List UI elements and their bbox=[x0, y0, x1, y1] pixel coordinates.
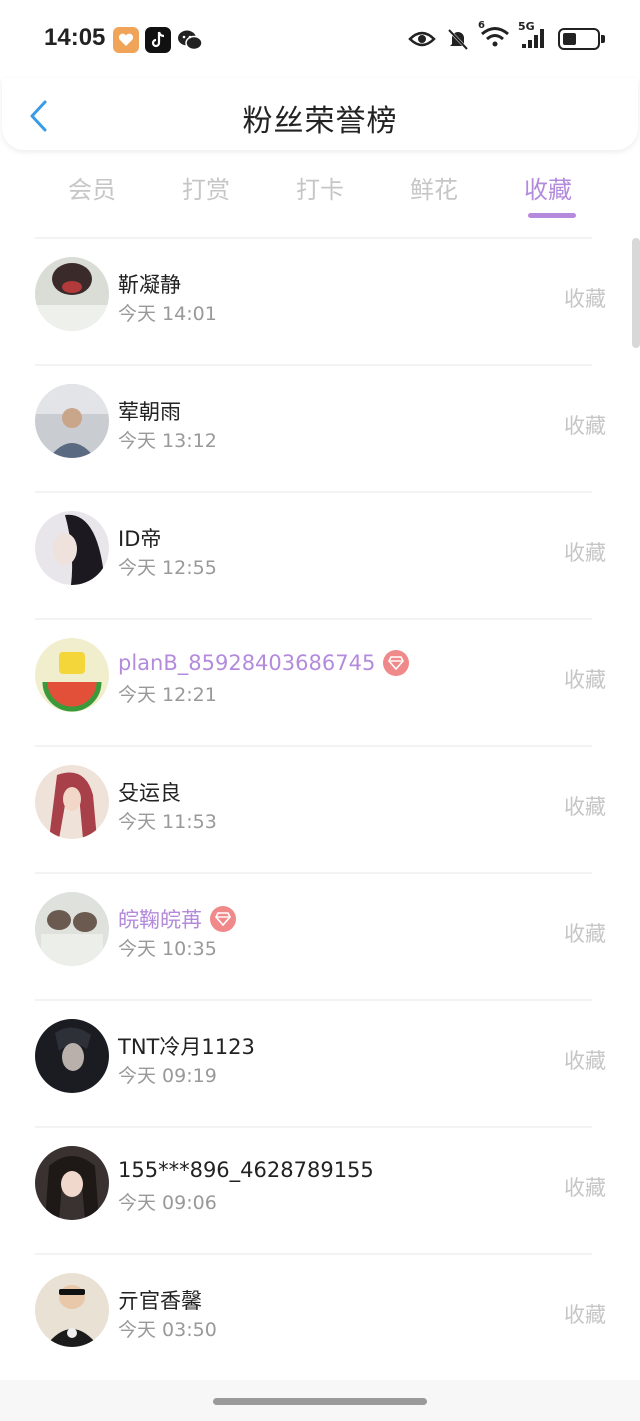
tab-label: 打赏 bbox=[182, 176, 230, 204]
health-app-icon bbox=[113, 27, 139, 53]
timestamp: 今天 03:50 bbox=[118, 1319, 217, 1341]
username: planB_85928403686745 bbox=[118, 650, 410, 676]
list-item[interactable]: 皖鞠皖苒 今天 10:35 收藏 bbox=[0, 874, 632, 999]
username-text: 155***896_4628789155 bbox=[118, 1158, 374, 1182]
timestamp: 今天 12:55 bbox=[118, 557, 217, 579]
timestamp: 今天 10:35 bbox=[118, 938, 217, 960]
avatar bbox=[35, 257, 109, 331]
list-item[interactable]: 155***896_4628789155 今天 09:06 收藏 bbox=[0, 1128, 632, 1253]
status-bar: 14:05 6 5G bbox=[0, 0, 640, 78]
vip-diamond-icon bbox=[383, 650, 410, 676]
fan-list: 靳凝静 今天 14:01 收藏 荤朝雨 今天 13:12 收藏 ID帝 今天 1… bbox=[0, 237, 632, 1380]
username-text: 荤朝雨 bbox=[118, 400, 181, 424]
scrollbar[interactable] bbox=[632, 238, 640, 348]
status-indicators: 6 5G bbox=[408, 20, 605, 52]
tab-label: 会员 bbox=[68, 176, 116, 204]
action-label: 收藏 bbox=[564, 795, 606, 819]
username-text: 皖鞠皖苒 bbox=[118, 908, 202, 932]
tiktok-icon bbox=[145, 27, 171, 53]
tab-bar: 会员 打赏 打卡 鲜花 收藏 bbox=[0, 160, 640, 220]
list-item[interactable]: 亓官香馨 今天 03:50 收藏 bbox=[0, 1255, 632, 1380]
action-label: 收藏 bbox=[564, 541, 606, 565]
username-text: ID帝 bbox=[118, 527, 162, 551]
avatar bbox=[35, 384, 109, 458]
username: TNT冷月1123 bbox=[118, 1031, 255, 1061]
avatar bbox=[35, 1019, 109, 1093]
tab-checkin[interactable]: 打卡 bbox=[280, 170, 360, 205]
list-item[interactable]: 靳凝静 今天 14:01 收藏 bbox=[0, 239, 632, 364]
timestamp: 今天 09:19 bbox=[118, 1065, 217, 1087]
timestamp: 今天 12:21 bbox=[118, 684, 217, 706]
timestamp: 今天 11:53 bbox=[118, 811, 217, 833]
bell-off-icon bbox=[447, 28, 469, 51]
username-text: TNT冷月1123 bbox=[118, 1035, 255, 1059]
action-label: 收藏 bbox=[564, 1303, 606, 1327]
avatar bbox=[35, 638, 109, 712]
list-item[interactable]: TNT冷月1123 今天 09:19 收藏 bbox=[0, 1001, 632, 1126]
list-item[interactable]: ID帝 今天 12:55 收藏 bbox=[0, 493, 632, 618]
tab-label: 打卡 bbox=[296, 176, 344, 204]
username-text: 靳凝静 bbox=[118, 273, 181, 297]
tab-favorites[interactable]: 收藏 bbox=[508, 170, 588, 218]
wifi-icon: 6 bbox=[478, 20, 510, 52]
timestamp: 今天 13:12 bbox=[118, 430, 217, 452]
tab-label: 鲜花 bbox=[410, 176, 458, 204]
username: 亓官香馨 bbox=[118, 1285, 202, 1315]
list-item[interactable]: 殳运良 今天 11:53 收藏 bbox=[0, 747, 632, 872]
avatar bbox=[35, 765, 109, 839]
bottom-bar bbox=[0, 1380, 640, 1421]
username: 荤朝雨 bbox=[118, 396, 181, 426]
eye-icon bbox=[408, 31, 436, 47]
username: ID帝 bbox=[118, 523, 161, 553]
status-app-icons bbox=[113, 27, 203, 53]
page-title: 粉丝荣誉榜 bbox=[242, 104, 398, 139]
sim-label: 6 bbox=[478, 20, 485, 31]
action-label: 收藏 bbox=[564, 1176, 606, 1200]
avatar bbox=[35, 1146, 109, 1220]
tab-reward[interactable]: 打赏 bbox=[166, 170, 246, 205]
action-label: 收藏 bbox=[564, 668, 606, 692]
username-text: 亓官香馨 bbox=[118, 1289, 202, 1313]
tab-member[interactable]: 会员 bbox=[52, 170, 132, 205]
avatar bbox=[35, 1273, 109, 1347]
battery-icon bbox=[558, 28, 605, 50]
username: 155***896_4628789155 bbox=[118, 1158, 374, 1182]
page-header: 粉丝荣誉榜 bbox=[2, 78, 638, 150]
avatar bbox=[35, 511, 109, 585]
timestamp: 今天 14:01 bbox=[118, 303, 217, 325]
vip-diamond-icon bbox=[210, 906, 236, 932]
username-text: 殳运良 bbox=[118, 781, 181, 805]
list-item[interactable]: planB_85928403686745 今天 12:21 收藏 bbox=[0, 620, 632, 745]
avatar bbox=[35, 892, 109, 966]
username: 殳运良 bbox=[118, 777, 181, 807]
username-text: planB_85928403686745 bbox=[118, 651, 376, 675]
username: 靳凝静 bbox=[118, 269, 181, 299]
network-label: 5G bbox=[518, 20, 535, 33]
signal-icon: 5G bbox=[518, 20, 548, 52]
active-tab-indicator bbox=[528, 213, 576, 218]
action-label: 收藏 bbox=[564, 1049, 606, 1073]
action-label: 收藏 bbox=[564, 287, 606, 311]
wechat-icon bbox=[177, 27, 203, 53]
timestamp: 今天 09:06 bbox=[118, 1192, 217, 1214]
action-label: 收藏 bbox=[564, 922, 606, 946]
home-indicator[interactable] bbox=[213, 1398, 427, 1405]
status-time: 14:05 bbox=[44, 24, 106, 51]
list-item[interactable]: 荤朝雨 今天 13:12 收藏 bbox=[0, 366, 632, 491]
tab-flowers[interactable]: 鲜花 bbox=[394, 170, 474, 205]
action-label: 收藏 bbox=[564, 414, 606, 438]
tab-label: 收藏 bbox=[524, 176, 572, 204]
username: 皖鞠皖苒 bbox=[118, 904, 236, 934]
